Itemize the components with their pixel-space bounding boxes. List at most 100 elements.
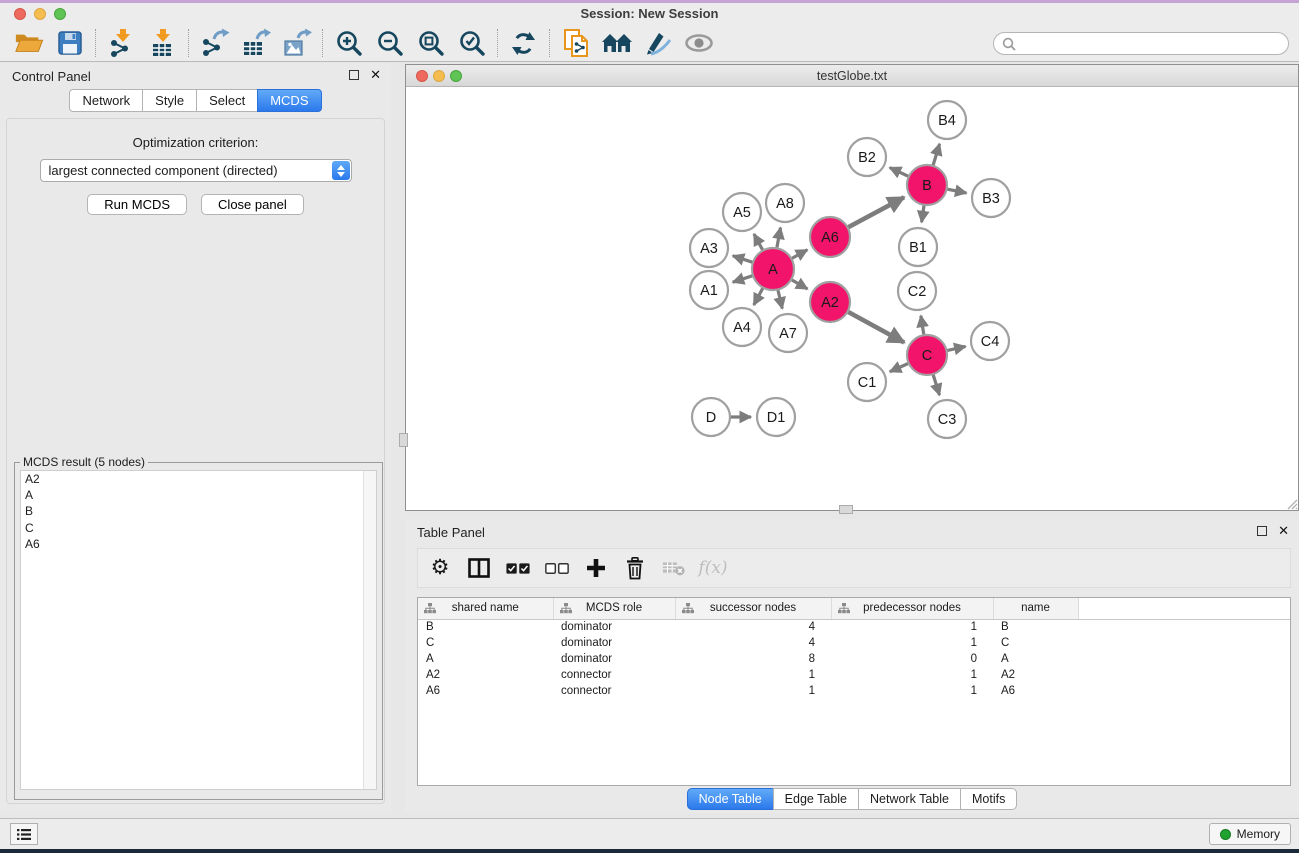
table-row[interactable]: A6connector11A6 xyxy=(418,683,1290,699)
tab-style[interactable]: Style xyxy=(142,89,197,112)
mcds-result-item[interactable]: A6 xyxy=(21,536,376,552)
float-panel-icon[interactable] xyxy=(349,70,359,80)
splitter-handle-bottom[interactable] xyxy=(839,505,853,514)
close-window-button[interactable] xyxy=(14,8,26,20)
node-B1[interactable]: B1 xyxy=(899,228,937,266)
node-A5[interactable]: A5 xyxy=(723,193,761,231)
float-table-panel-icon[interactable] xyxy=(1257,526,1267,536)
table-cell[interactable]: connector xyxy=(553,667,675,683)
list-scrollbar[interactable] xyxy=(363,471,376,789)
search-input[interactable] xyxy=(1016,37,1280,51)
zoom-selected-button[interactable] xyxy=(451,27,492,59)
memory-button[interactable]: Memory xyxy=(1209,823,1291,845)
export-image-button[interactable] xyxy=(276,27,317,59)
table-cell[interactable]: A2 xyxy=(418,667,553,683)
zoom-in-button[interactable] xyxy=(328,27,369,59)
export-table-button[interactable] xyxy=(235,27,276,59)
table-cell[interactable]: 0 xyxy=(831,651,993,667)
node-C4[interactable]: C4 xyxy=(971,322,1009,360)
tab-motifs[interactable]: Motifs xyxy=(960,788,1017,810)
delete-column-button[interactable] xyxy=(623,556,647,580)
table-cell[interactable]: connector xyxy=(553,683,675,699)
refresh-view-button[interactable] xyxy=(503,27,544,59)
node-A7[interactable]: A7 xyxy=(769,314,807,352)
mcds-result-item[interactable]: A xyxy=(21,487,376,503)
import-network-button[interactable] xyxy=(101,27,142,59)
deselect-all-rows-button[interactable] xyxy=(545,556,569,580)
table-cell[interactable]: 1 xyxy=(675,667,831,683)
select-all-rows-button[interactable] xyxy=(506,556,530,580)
node-B3[interactable]: B3 xyxy=(972,179,1010,217)
table-cell[interactable]: A6 xyxy=(418,683,553,699)
tab-mcds[interactable]: MCDS xyxy=(257,89,321,112)
table-cell[interactable]: B xyxy=(418,619,553,635)
column-header-MCDS-role[interactable]: MCDS role xyxy=(553,598,675,619)
node-C2[interactable]: C2 xyxy=(898,272,936,310)
node-A2[interactable]: A2 xyxy=(810,282,850,322)
node-C3[interactable]: C3 xyxy=(928,400,966,438)
minimize-window-button[interactable] xyxy=(34,8,46,20)
table-cell[interactable]: 4 xyxy=(675,635,831,651)
zoom-out-button[interactable] xyxy=(369,27,410,59)
first-neighbors-button[interactable] xyxy=(596,27,637,59)
table-cell[interactable]: C xyxy=(993,635,1078,651)
table-row[interactable]: Adominator80A xyxy=(418,651,1290,667)
show-columns-button[interactable] xyxy=(467,556,491,580)
node-B2[interactable]: B2 xyxy=(848,138,886,176)
node-A4[interactable]: A4 xyxy=(723,308,761,346)
open-session-button[interactable] xyxy=(8,27,49,59)
show-graphics-details-button[interactable] xyxy=(678,27,719,59)
table-cell[interactable]: A xyxy=(418,651,553,667)
network-canvas[interactable]: AA1A2A3A4A5A6A7A8BB1B2B3B4CC1C2C3C4DD1 xyxy=(406,87,1298,510)
table-cell[interactable]: 4 xyxy=(675,619,831,635)
table-cell[interactable]: C xyxy=(418,635,553,651)
table-row[interactable]: Cdominator41C xyxy=(418,635,1290,651)
table-cell[interactable]: 1 xyxy=(831,667,993,683)
table-settings-button[interactable]: ⚙ xyxy=(428,556,452,580)
node-B4[interactable]: B4 xyxy=(928,101,966,139)
node-C[interactable]: C xyxy=(907,335,947,375)
splitter-handle-left[interactable] xyxy=(399,433,408,447)
task-history-button[interactable] xyxy=(10,823,38,845)
export-network-button[interactable] xyxy=(194,27,235,59)
table-cell[interactable]: A xyxy=(993,651,1078,667)
duplicate-network-button[interactable] xyxy=(555,27,596,59)
column-header-shared-name[interactable]: shared name xyxy=(418,598,553,619)
import-table-button[interactable] xyxy=(142,27,183,59)
save-session-button[interactable] xyxy=(49,27,90,59)
criterion-dropdown[interactable]: largest connected component (directed) xyxy=(40,159,352,182)
table-cell[interactable]: dominator xyxy=(553,619,675,635)
table-cell[interactable]: B xyxy=(993,619,1078,635)
window-resize-grip[interactable] xyxy=(1286,498,1298,510)
close-panel-icon[interactable]: ✕ xyxy=(370,70,381,80)
table-row[interactable]: Bdominator41B xyxy=(418,619,1290,635)
maximize-network-button[interactable] xyxy=(450,70,462,82)
table-cell[interactable]: 1 xyxy=(675,683,831,699)
column-header-name[interactable]: name xyxy=(993,598,1078,619)
table-cell[interactable]: 8 xyxy=(675,651,831,667)
hide-graphics-details-button[interactable] xyxy=(637,27,678,59)
table-cell[interactable]: 1 xyxy=(831,619,993,635)
run-mcds-button[interactable]: Run MCDS xyxy=(87,194,187,215)
table-cell[interactable]: dominator xyxy=(553,635,675,651)
node-D1[interactable]: D1 xyxy=(757,398,795,436)
tab-network-table[interactable]: Network Table xyxy=(858,788,961,810)
node-B[interactable]: B xyxy=(907,165,947,205)
create-column-button[interactable] xyxy=(584,556,608,580)
node-A1[interactable]: A1 xyxy=(690,271,728,309)
close-panel-button[interactable]: Close panel xyxy=(201,194,304,215)
mcds-result-item[interactable]: C xyxy=(21,520,376,536)
node-C1[interactable]: C1 xyxy=(848,363,886,401)
table-cell[interactable]: A6 xyxy=(993,683,1078,699)
node-A8[interactable]: A8 xyxy=(766,184,804,222)
tab-network[interactable]: Network xyxy=(69,89,143,112)
zoom-fit-button[interactable] xyxy=(410,27,451,59)
node-D[interactable]: D xyxy=(692,398,730,436)
node-A[interactable]: A xyxy=(752,248,794,290)
tab-select[interactable]: Select xyxy=(196,89,258,112)
close-table-panel-icon[interactable]: ✕ xyxy=(1278,526,1289,536)
table-cell[interactable]: 1 xyxy=(831,683,993,699)
table-cell[interactable]: A2 xyxy=(993,667,1078,683)
minimize-network-button[interactable] xyxy=(433,70,445,82)
node-A3[interactable]: A3 xyxy=(690,229,728,267)
